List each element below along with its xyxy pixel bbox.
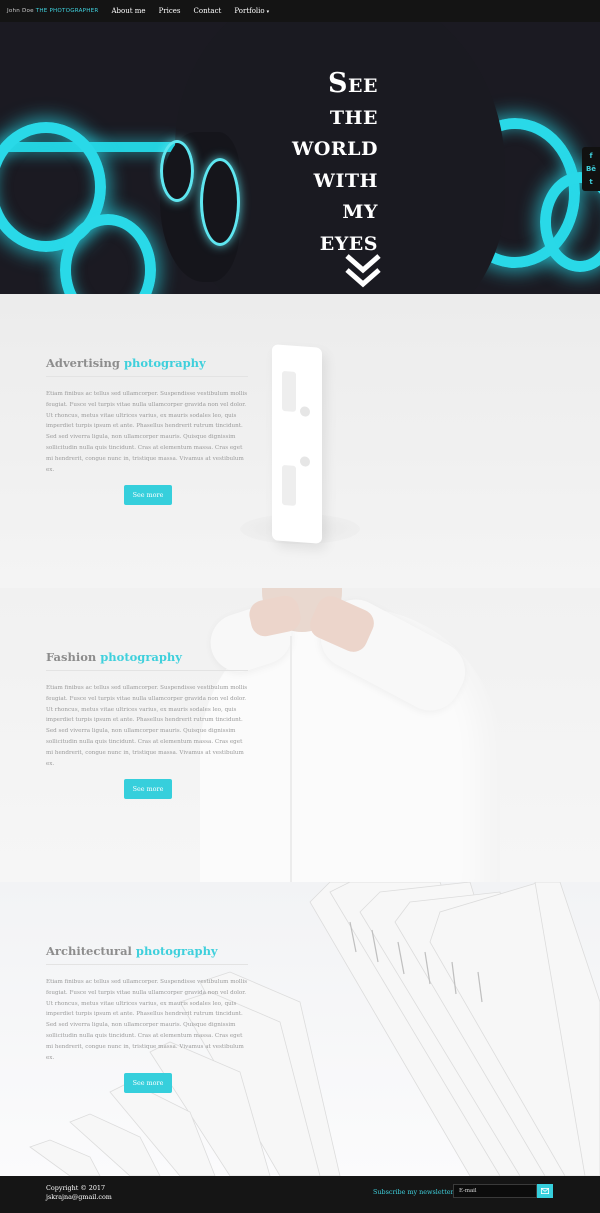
hero-title-line: the [329, 99, 378, 131]
hero-title-line: my [342, 194, 378, 225]
section-title: Advertising photography [46, 356, 248, 370]
cassette-hole [300, 456, 310, 467]
section-title-accent: photography [100, 650, 182, 664]
copyright-block: Copyright © 2017 jskrajna@gmail.com [46, 1184, 112, 1202]
hero-title: See the world with my eyes [178, 68, 378, 257]
section-architectural: Architectural photography Etiam finibus … [0, 882, 600, 1176]
section-text: Etiam finibus ac tellus sed ullamcorper.… [46, 391, 248, 473]
scroll-down-icon[interactable] [343, 250, 383, 290]
copyright-text: Copyright © 2017 [46, 1184, 106, 1192]
top-navbar: John Doe THE PHOTOGRAPHER About me Price… [0, 0, 600, 22]
section-title-main: Fashion [46, 650, 97, 664]
section-title-accent: photography [135, 944, 218, 958]
contact-email[interactable]: jskrajna@gmail.com [46, 1193, 112, 1202]
section-title-main: Advertising [46, 356, 120, 370]
cassette-window [282, 370, 296, 412]
main-menu: About me Prices Contact Portfolio ▾ [111, 7, 269, 15]
section-content: Fashion photography Etiam finibus ac tel… [46, 650, 248, 800]
hero-title-line: with [313, 162, 378, 194]
section-title-accent: photography [123, 356, 206, 370]
twitter-icon[interactable]: t [589, 178, 592, 186]
facebook-icon[interactable]: f [589, 152, 592, 160]
brand-logo[interactable]: John Doe THE PHOTOGRAPHER [7, 8, 98, 14]
footer: Copyright © 2017 jskrajna@gmail.com Subs… [0, 1176, 600, 1213]
behance-icon[interactable]: Bē [586, 165, 596, 173]
divider [46, 670, 248, 671]
nav-item-portfolio-label: Portfolio [234, 7, 265, 15]
section-title: Architectural photography [46, 944, 248, 958]
newsletter-email-input[interactable] [453, 1184, 537, 1198]
caret-down-icon: ▾ [266, 9, 270, 15]
divider [46, 376, 248, 377]
cassette-image [272, 344, 322, 544]
hero-title-line: See [328, 68, 378, 99]
newsletter-label: Subscribe my newsletter [373, 1188, 454, 1196]
nav-item-prices[interactable]: Prices [159, 7, 181, 15]
nav-item-portfolio[interactable]: Portfolio ▾ [234, 7, 269, 15]
social-links: f Bē t [582, 147, 600, 191]
see-more-button[interactable]: See more [124, 779, 172, 800]
cassette-hole [300, 406, 310, 417]
section-content: Advertising photography Etiam finibus ac… [46, 356, 248, 506]
hero-banner: See the world with my eyes f Bē t [0, 22, 600, 294]
section-text: Etiam finibus ac tellus sed ullamcorper.… [46, 979, 248, 1061]
nav-item-contact[interactable]: Contact [194, 7, 222, 15]
divider [46, 964, 248, 965]
see-more-button[interactable]: See more [124, 485, 172, 506]
see-more-button[interactable]: See more [124, 1073, 172, 1094]
shirt-placket [290, 636, 292, 882]
section-title-main: Architectural [46, 944, 132, 958]
section-content: Architectural photography Etiam finibus … [46, 944, 248, 1094]
cassette-window [282, 464, 296, 506]
brand-name: John Doe [7, 8, 34, 14]
section-fashion: Fashion photography Etiam finibus ac tel… [0, 588, 600, 882]
nav-item-about[interactable]: About me [111, 7, 145, 15]
subscribe-button[interactable] [537, 1184, 553, 1198]
section-text: Etiam finibus ac tellus sed ullamcorper.… [46, 685, 248, 767]
section-advertising: Advertising photography Etiam finibus ac… [0, 294, 600, 588]
brand-tagline: THE PHOTOGRAPHER [35, 8, 99, 14]
envelope-icon [541, 1188, 549, 1194]
hero-title-line: world [291, 131, 378, 162]
section-title: Fashion photography [46, 650, 248, 664]
